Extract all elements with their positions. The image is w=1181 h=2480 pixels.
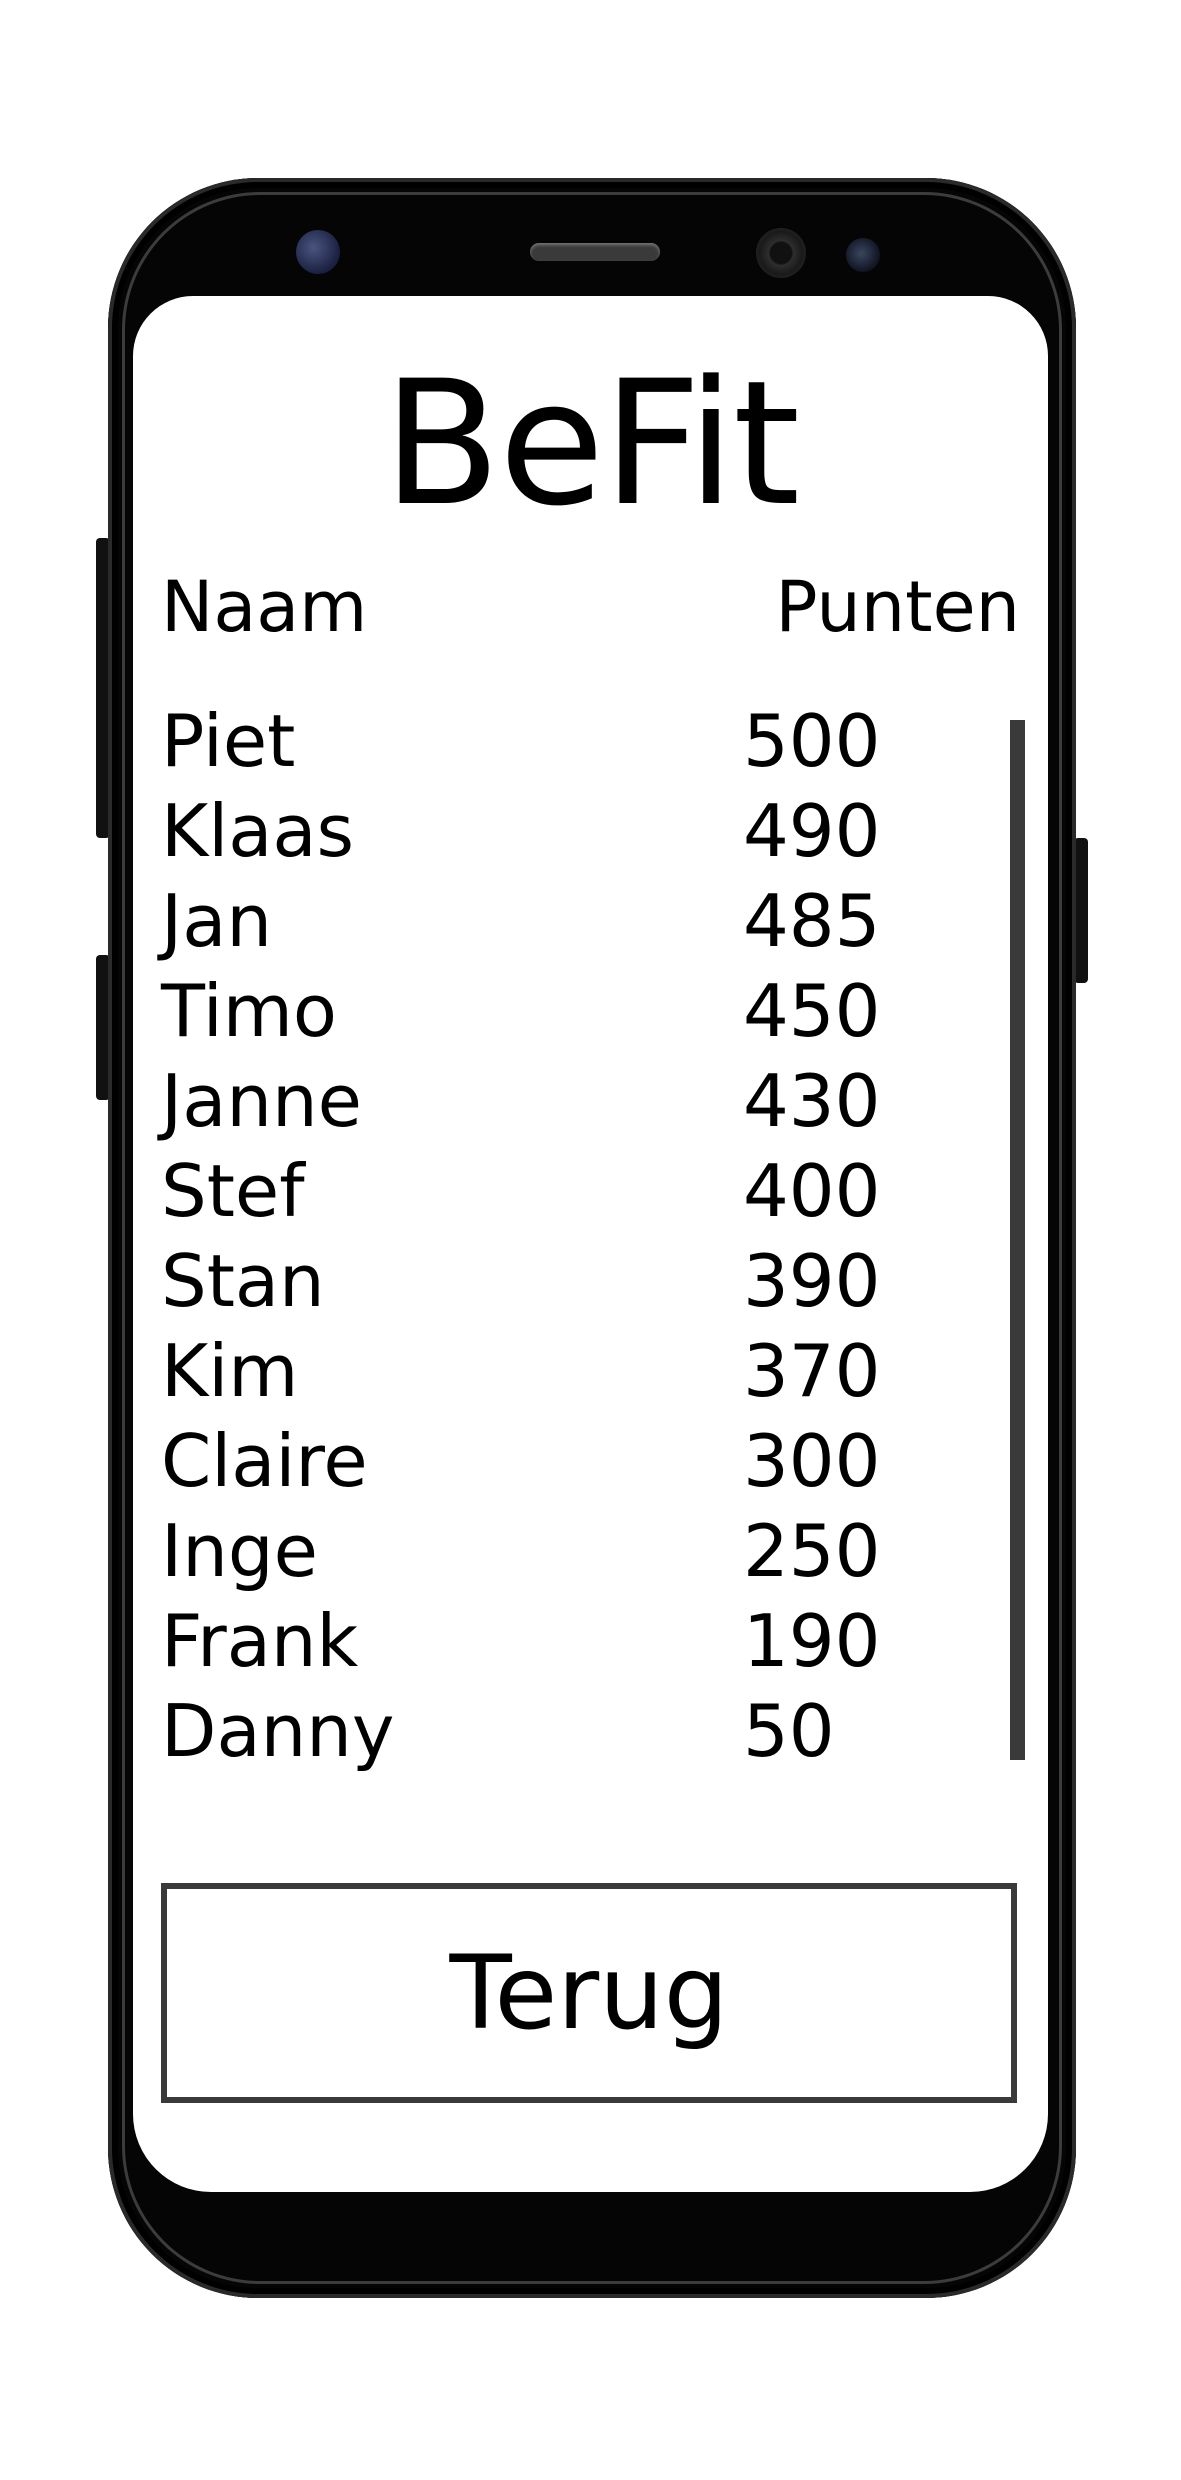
- front-camera-icon: [756, 228, 806, 278]
- list-item: Claire 300: [161, 1416, 961, 1506]
- player-name: Claire: [161, 1419, 368, 1503]
- list-item: Kim 370: [161, 1326, 961, 1416]
- power-button: [1074, 838, 1088, 983]
- player-name: Danny: [161, 1689, 395, 1773]
- player-score: 250: [743, 1509, 881, 1593]
- player-score: 190: [743, 1599, 881, 1683]
- list-item: Klaas 490: [161, 786, 961, 876]
- player-name: Stef: [161, 1149, 305, 1233]
- player-name: Piet: [161, 699, 296, 783]
- player-name: Janne: [161, 1059, 362, 1143]
- player-name: Inge: [161, 1509, 318, 1593]
- list-item: Danny 50: [161, 1686, 961, 1776]
- scrollbar[interactable]: [1010, 720, 1025, 1760]
- list-item: Timo 450: [161, 966, 961, 1056]
- back-button-label: Terug: [449, 1933, 729, 2053]
- player-score: 450: [743, 969, 881, 1053]
- list-item: Stan 390: [161, 1236, 961, 1326]
- player-name: Frank: [161, 1599, 359, 1683]
- player-name: Timo: [161, 969, 337, 1053]
- player-name: Stan: [161, 1239, 325, 1323]
- app-screen: BeFit Naam Punten Piet 500 Klaas 490 Jan…: [133, 296, 1048, 2192]
- column-header-score: Punten: [775, 566, 1020, 648]
- iris-scanner-icon: [296, 230, 340, 274]
- list-item: Jan 485: [161, 876, 961, 966]
- player-score: 485: [743, 879, 881, 963]
- app-title: BeFit: [382, 343, 800, 544]
- back-button[interactable]: Terug: [161, 1883, 1017, 2103]
- leaderboard-list[interactable]: Piet 500 Klaas 490 Jan 485 Timo 450 Jann…: [161, 696, 961, 1776]
- earpiece-speaker: [530, 243, 660, 261]
- list-item: Inge 250: [161, 1506, 961, 1596]
- proximity-sensor-icon: [846, 238, 880, 272]
- list-item: Janne 430: [161, 1056, 961, 1146]
- player-score: 300: [743, 1419, 881, 1503]
- player-name: Kim: [161, 1329, 299, 1413]
- player-score: 500: [743, 699, 881, 783]
- list-item: Stef 400: [161, 1146, 961, 1236]
- player-score: 50: [743, 1689, 835, 1773]
- list-item: Frank 190: [161, 1596, 961, 1686]
- player-score: 370: [743, 1329, 881, 1413]
- player-score: 490: [743, 789, 881, 873]
- player-score: 430: [743, 1059, 881, 1143]
- player-name: Jan: [161, 879, 272, 963]
- player-name: Klaas: [161, 789, 354, 873]
- column-header-name: Naam: [161, 566, 368, 648]
- player-score: 390: [743, 1239, 881, 1323]
- player-score: 400: [743, 1149, 881, 1233]
- list-item: Piet 500: [161, 696, 961, 786]
